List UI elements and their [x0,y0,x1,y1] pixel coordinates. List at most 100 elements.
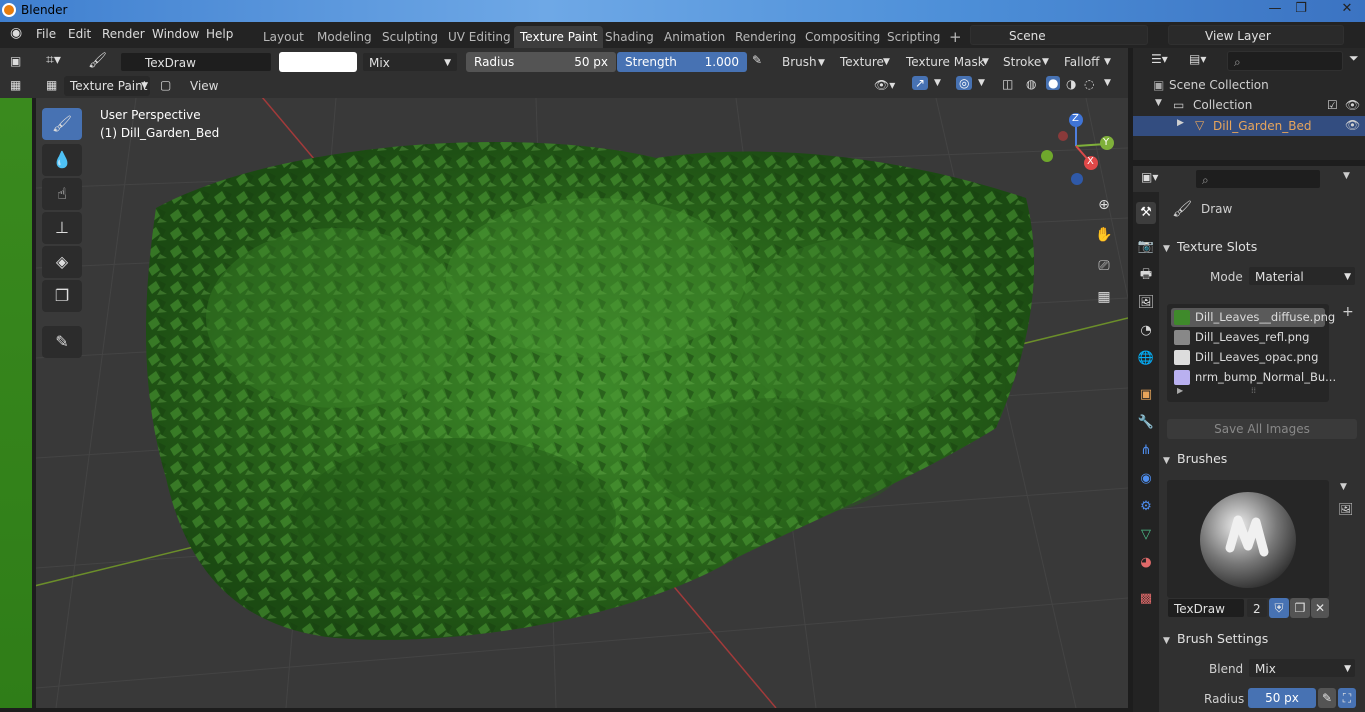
texture-menu[interactable]: Texture [836,52,884,72]
mask-toggle-icon[interactable]: ▢ [160,78,171,92]
editor-type-icon[interactable]: ▣ [10,54,21,68]
clone-tool-icon[interactable]: ⊥ [42,212,82,244]
texture-slots-panel-header[interactable]: ▼ Texture Slots [1163,236,1365,258]
view-layer-tab-icon[interactable]: 🖼 [1136,292,1156,314]
view-menu[interactable]: View [186,76,218,96]
menu-window[interactable]: Window [152,27,199,41]
texture-slot-item[interactable]: Dill_Leaves__diffuse.png [1171,308,1335,327]
output-tab-icon[interactable]: 🖶 [1136,264,1156,286]
annotate-tool-icon[interactable]: ✎ [42,326,82,358]
camera-icon[interactable]: ⎚ [1092,254,1116,278]
tab-scripting[interactable]: Scripting [881,26,946,48]
filter-icon[interactable]: ⏷ [1349,51,1359,66]
outliner-search-input[interactable]: ⌕ [1227,51,1343,71]
scene-collection-label[interactable]: Scene Collection [1169,78,1269,92]
texture-mask-menu[interactable]: Texture Mask [902,52,985,72]
draw-tool-icon[interactable]: 🖌 [42,108,82,140]
pressure-icon[interactable]: ✎ [1318,688,1336,708]
tab-uv-editing[interactable]: UV Editing [442,26,517,48]
object-tab-icon[interactable]: ▣ [1136,384,1156,406]
slot-mode-dropdown[interactable]: Material ▼ [1248,266,1356,286]
expand-toggle-icon[interactable]: ▼ [1155,98,1162,108]
blender-menu-icon[interactable]: ◉ [10,25,22,41]
navigation-gizmo[interactable] [1032,112,1122,202]
xray-icon[interactable]: ◫ [1002,77,1013,91]
list-expand-icon[interactable]: ▶ [1177,386,1183,395]
data-tab-icon[interactable]: ▽ [1136,524,1156,546]
constraints-tab-icon[interactable]: ⚙ [1136,496,1156,518]
tab-sculpting[interactable]: Sculpting [376,26,444,48]
radius-unit-icon[interactable]: ⛶ [1338,688,1356,708]
save-all-images-button[interactable]: Save All Images [1167,419,1357,439]
resize-handle-icon[interactable]: ⁞⁞ [1251,386,1256,395]
zoom-icon[interactable]: ⊕ [1092,193,1116,217]
brush-name-field[interactable]: TexDraw [120,52,272,72]
tab-modeling[interactable]: Modeling [311,26,378,48]
brush-image-icon[interactable]: 🖼 [1338,502,1353,516]
brushes-panel-header[interactable]: ▼ Brushes [1163,448,1365,470]
fill-tool-icon[interactable]: ◈ [42,246,82,278]
maximize-icon[interactable]: ❐ [1288,0,1314,20]
stroke-menu[interactable]: Stroke [999,52,1041,72]
properties-search-input[interactable]: ⌕ [1195,169,1321,189]
brush-name-input[interactable]: TexDraw [1167,598,1245,618]
checkbox-icon[interactable]: ☑ [1327,98,1338,112]
menu-edit[interactable]: Edit [68,27,91,41]
texture-slot-item[interactable]: Dill_Leaves_opac.png [1171,348,1325,367]
3d-viewport[interactable]: User Perspective (1) Dill_Garden_Bed Z Y… [36,98,1128,708]
solid-shading-icon[interactable]: ● [1046,76,1061,90]
texture-tab-icon[interactable]: ▩ [1136,588,1156,610]
scene-tab-icon[interactable]: ◔ [1136,320,1156,342]
display-mode-icon[interactable]: ▤▾ [1189,52,1206,66]
radius-field[interactable]: 50 px [1248,688,1316,708]
chevron-down-icon[interactable]: ▼ [1340,482,1347,492]
tab-animation[interactable]: Animation [658,26,731,48]
strength-slider[interactable]: Strength 1.000 [617,52,747,72]
view-layer-selector[interactable]: View Layer [1168,25,1344,45]
scene-selector[interactable]: Scene [970,25,1148,45]
eye-icon[interactable]: 👁 [1345,98,1360,112]
gizmo-toggle-icon[interactable]: ↗ [912,76,929,90]
grid-icon[interactable]: ▦ [10,78,21,92]
smear-tool-icon[interactable]: ☝ [42,178,82,210]
editor-type-icon[interactable]: ▦ [46,78,57,92]
minimize-icon[interactable]: — [1262,0,1288,20]
tab-shading[interactable]: Shading [599,26,660,48]
wireframe-shading-icon[interactable]: ◍ [1026,77,1036,91]
soften-tool-icon[interactable]: 💧 [42,144,82,176]
tab-texture-paint[interactable]: Texture Paint [514,26,604,48]
blend-dropdown[interactable]: Mix ▼ [1248,658,1356,678]
perspective-toggle-icon[interactable]: ▦ [1092,285,1116,309]
eye-icon[interactable]: 👁 [1345,118,1360,132]
close-icon[interactable]: ✕ [1330,0,1364,20]
expand-toggle-icon[interactable]: ▶ [1177,118,1184,128]
chevron-down-icon[interactable]: ▼ [1343,171,1350,181]
collection-label[interactable]: Collection [1193,98,1252,112]
pan-hand-icon[interactable]: ✋ [1092,223,1116,247]
mask-tool-icon[interactable]: ❐ [42,280,82,312]
rendered-shading-icon[interactable]: ◌ [1084,77,1094,91]
tool-tab-icon[interactable]: ⚒ [1136,202,1156,224]
brush-settings-panel-header[interactable]: ▼ Brush Settings [1163,628,1365,650]
visibility-icon[interactable]: 👁▾ [874,78,895,92]
falloff-menu[interactable]: Falloff [1060,52,1099,72]
radius-slider[interactable]: Radius 50 px [466,52,616,72]
menu-file[interactable]: File [36,27,56,41]
add-slot-icon[interactable]: + [1342,304,1354,320]
brush-preview[interactable] [1167,480,1329,598]
add-workspace-icon[interactable]: + [943,26,968,48]
tab-layout[interactable]: Layout [257,26,310,48]
properties-editor-icon[interactable]: ▣▾ [1141,170,1158,184]
texture-slot-item[interactable]: Dill_Leaves_refl.png [1171,328,1325,347]
particles-tab-icon[interactable]: ⋔ [1136,440,1156,462]
fake-user-shield-icon[interactable]: ⛨ [1269,598,1289,618]
duplicate-icon[interactable]: ❐ [1290,598,1310,618]
modifier-tab-icon[interactable]: 🔧 [1136,412,1156,434]
mode-dropdown[interactable]: Texture Paint ▼ [64,76,150,96]
world-tab-icon[interactable]: 🌐 [1136,348,1156,370]
texture-slot-item[interactable]: nrm_bump_Normal_Bu... [1171,368,1336,387]
material-tab-icon[interactable]: ◕ [1136,552,1156,574]
physics-tab-icon[interactable]: ◉ [1136,468,1156,490]
outliner-row-selected[interactable]: ▶ ▽ Dill_Garden_Bed 👁 [1133,116,1365,136]
render-tab-icon[interactable]: 📷 [1136,236,1156,258]
